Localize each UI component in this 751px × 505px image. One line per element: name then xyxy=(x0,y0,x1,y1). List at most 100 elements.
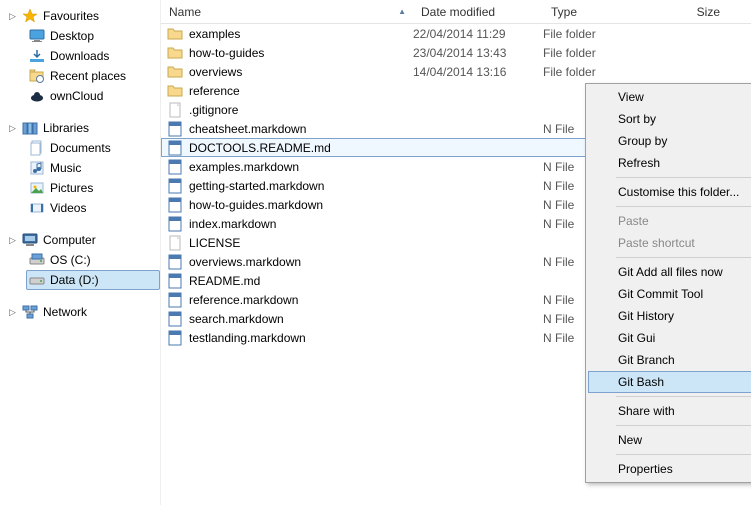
file-name-label: how-to-guides xyxy=(189,46,264,60)
file-date: 23/04/2014 13:43 xyxy=(413,46,543,60)
navigation-pane: ▷ Favourites Desktop Downloads Recent pl… xyxy=(0,0,161,505)
folder-icon xyxy=(167,45,183,61)
file-date: 22/04/2014 11:29 xyxy=(413,27,543,41)
column-date[interactable]: Date modified xyxy=(413,0,543,23)
file-row[interactable]: how-to-guides 23/04/2014 13:43File folder xyxy=(161,43,751,62)
sidebar-item-music[interactable]: Music xyxy=(26,158,160,178)
menu-view[interactable]: View▶ xyxy=(588,86,751,108)
file-name-label: testlanding.markdown xyxy=(189,331,306,345)
network-icon xyxy=(22,304,38,320)
videos-icon xyxy=(29,200,45,216)
context-menu: View▶ Sort by▶ Group by▶ Refresh Customi… xyxy=(585,83,751,483)
sidebar-item-owncloud[interactable]: ownCloud xyxy=(26,86,160,106)
file-name-label: README.md xyxy=(189,274,260,288)
menu-separator xyxy=(616,396,751,397)
computer-header[interactable]: ▷ Computer xyxy=(8,230,160,250)
menu-new[interactable]: New▶ xyxy=(588,429,751,451)
file-name-label: .gitignore xyxy=(189,103,238,117)
file-name-label: cheatsheet.markdown xyxy=(189,122,306,136)
file-icon xyxy=(167,330,183,346)
computer-label: Computer xyxy=(43,233,96,247)
file-icon xyxy=(167,216,183,232)
menu-separator xyxy=(616,425,751,426)
sidebar-item-documents[interactable]: Documents xyxy=(26,138,160,158)
favourites-label: Favourites xyxy=(43,9,99,23)
folder-icon xyxy=(167,64,183,80)
file-icon xyxy=(167,273,183,289)
sidebar-item-pictures[interactable]: Pictures xyxy=(26,178,160,198)
menu-git-branch[interactable]: Git Branch▶ xyxy=(588,349,751,371)
menu-groupby[interactable]: Group by▶ xyxy=(588,130,751,152)
documents-icon xyxy=(29,140,45,156)
desktop-icon xyxy=(29,28,45,44)
caret-icon: ▷ xyxy=(8,124,17,133)
sidebar-item-downloads[interactable]: Downloads xyxy=(26,46,160,66)
file-icon xyxy=(167,311,183,327)
folder-icon xyxy=(167,83,183,99)
caret-icon: ▷ xyxy=(8,12,17,21)
file-type: File folder xyxy=(543,65,658,79)
menu-paste-shortcut: Paste shortcut xyxy=(588,232,751,254)
folder-icon xyxy=(167,26,183,42)
menu-paste: Paste xyxy=(588,210,751,232)
file-name-label: reference xyxy=(189,84,240,98)
file-icon xyxy=(167,121,183,137)
sidebar-item-osc[interactable]: OS (C:) xyxy=(26,250,160,270)
menu-git-commit[interactable]: Git Commit Tool xyxy=(588,283,751,305)
file-name-label: how-to-guides.markdown xyxy=(189,198,323,212)
menu-separator xyxy=(616,257,751,258)
menu-customise[interactable]: Customise this folder... xyxy=(588,181,751,203)
file-name-label: index.markdown xyxy=(189,217,276,231)
file-name-label: examples.markdown xyxy=(189,160,299,174)
menu-git-add[interactable]: Git Add all files now xyxy=(588,261,751,283)
file-pane: Name▲ Date modified Type Size examples 22… xyxy=(161,0,751,505)
file-name-label: overviews xyxy=(189,65,242,79)
menu-properties[interactable]: Properties xyxy=(588,458,751,480)
menu-refresh[interactable]: Refresh xyxy=(588,152,751,174)
column-size[interactable]: Size xyxy=(658,0,751,23)
file-icon xyxy=(167,254,183,270)
menu-separator xyxy=(616,454,751,455)
menu-sortby[interactable]: Sort by▶ xyxy=(588,108,751,130)
sidebar-item-videos[interactable]: Videos xyxy=(26,198,160,218)
file-row[interactable]: examples 22/04/2014 11:29File folder xyxy=(161,24,751,43)
file-icon xyxy=(167,235,183,251)
downloads-icon xyxy=(29,48,45,64)
menu-git-history[interactable]: Git History xyxy=(588,305,751,327)
sort-asc-icon: ▲ xyxy=(398,7,406,16)
caret-icon: ▷ xyxy=(8,308,17,317)
recent-icon xyxy=(29,68,45,84)
file-type: File folder xyxy=(543,46,658,60)
file-name-label: getting-started.markdown xyxy=(189,179,324,193)
file-icon xyxy=(167,292,183,308)
favourites-header[interactable]: ▷ Favourites xyxy=(8,6,160,26)
sidebar-item-datad[interactable]: Data (D:) xyxy=(26,270,160,290)
pictures-icon xyxy=(29,180,45,196)
file-name-label: examples xyxy=(189,27,240,41)
column-name[interactable]: Name▲ xyxy=(161,0,413,23)
file-name-label: overviews.markdown xyxy=(189,255,301,269)
music-icon xyxy=(29,160,45,176)
menu-share-with[interactable]: Share with▶ xyxy=(588,400,751,422)
file-icon xyxy=(167,178,183,194)
file-name-label: DOCTOOLS.README.md xyxy=(189,141,331,155)
libraries-label: Libraries xyxy=(43,121,89,135)
column-headers: Name▲ Date modified Type Size xyxy=(161,0,751,24)
file-icon xyxy=(167,159,183,175)
file-name-label: LICENSE xyxy=(189,236,240,250)
file-icon xyxy=(167,197,183,213)
sidebar-item-recent[interactable]: Recent places xyxy=(26,66,160,86)
menu-git-gui[interactable]: Git Gui xyxy=(588,327,751,349)
network-label: Network xyxy=(43,305,87,319)
menu-git-bash[interactable]: Git Bash xyxy=(588,371,751,393)
libraries-header[interactable]: ▷ Libraries xyxy=(8,118,160,138)
star-icon xyxy=(22,8,38,24)
file-row[interactable]: overviews 14/04/2014 13:16File folder xyxy=(161,62,751,81)
file-type: File folder xyxy=(543,27,658,41)
sidebar-item-desktop[interactable]: Desktop xyxy=(26,26,160,46)
file-date: 14/04/2014 13:16 xyxy=(413,65,543,79)
computer-icon xyxy=(22,232,38,248)
libraries-icon xyxy=(22,120,38,136)
column-type[interactable]: Type xyxy=(543,0,658,23)
network-header[interactable]: ▷ Network xyxy=(8,302,160,322)
